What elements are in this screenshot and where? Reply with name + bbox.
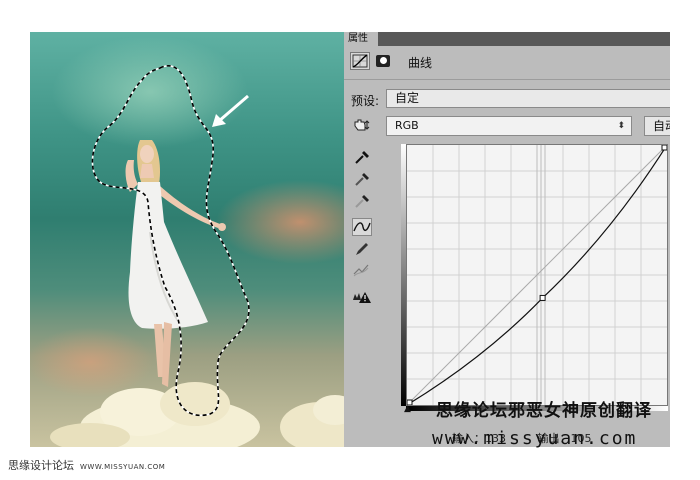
curve-control-point[interactable] — [661, 145, 667, 151]
canvas-image[interactable] — [30, 32, 344, 447]
chevron-updown-icon: ⬍ — [617, 121, 625, 131]
curves-adjustment-icon[interactable] — [350, 52, 370, 70]
properties-panel: 属性 曲线 预设: 自定 RGB ⬍ 自动 — [344, 32, 670, 447]
pencil-draw-icon[interactable] — [352, 240, 372, 258]
footer-site-url: WWW.MISSYUAN.COM — [80, 463, 166, 471]
tab-properties[interactable]: 属性 — [344, 32, 378, 46]
curves-graph-drawing — [407, 145, 667, 405]
divider — [344, 79, 670, 80]
black-eyedropper-icon[interactable] — [352, 148, 372, 166]
footer-site-name: 思缘设计论坛 — [8, 459, 74, 472]
smooth-curve-icon[interactable] — [352, 262, 372, 280]
adjustment-title: 曲线 — [408, 56, 433, 70]
channel-dropdown[interactable]: RGB ⬍ — [386, 116, 632, 136]
on-image-adjust-hand-icon[interactable] — [352, 117, 372, 133]
canvas-drawing — [50, 65, 344, 447]
curve-control-point[interactable] — [539, 294, 546, 301]
clipping-warning-icon[interactable] — [352, 288, 372, 306]
white-eyedropper-icon[interactable] — [352, 192, 372, 210]
preset-label: 预设: — [351, 94, 380, 108]
woman-figure — [125, 140, 226, 387]
mask-icon[interactable] — [376, 55, 390, 67]
gray-eyedropper-icon[interactable] — [352, 170, 372, 188]
black-point-slider-icon[interactable]: ▲ — [404, 404, 411, 414]
annotation-arrow — [212, 94, 249, 127]
curve-point-tool-icon[interactable] — [352, 218, 372, 236]
channel-value: RGB — [395, 119, 419, 132]
watermark-title: 思缘论坛邪恶女神原创翻译 — [436, 401, 652, 421]
site-footer: 思缘设计论坛 WWW.MISSYUAN.COM — [8, 457, 165, 473]
curves-graph[interactable] — [406, 144, 668, 406]
preset-dropdown[interactable]: 自定 — [386, 89, 670, 108]
panel-tab-bar: 属性 — [344, 32, 670, 46]
auto-button[interactable]: 自动 — [644, 116, 670, 136]
watermark-url: www.missyuan.com — [432, 428, 638, 449]
